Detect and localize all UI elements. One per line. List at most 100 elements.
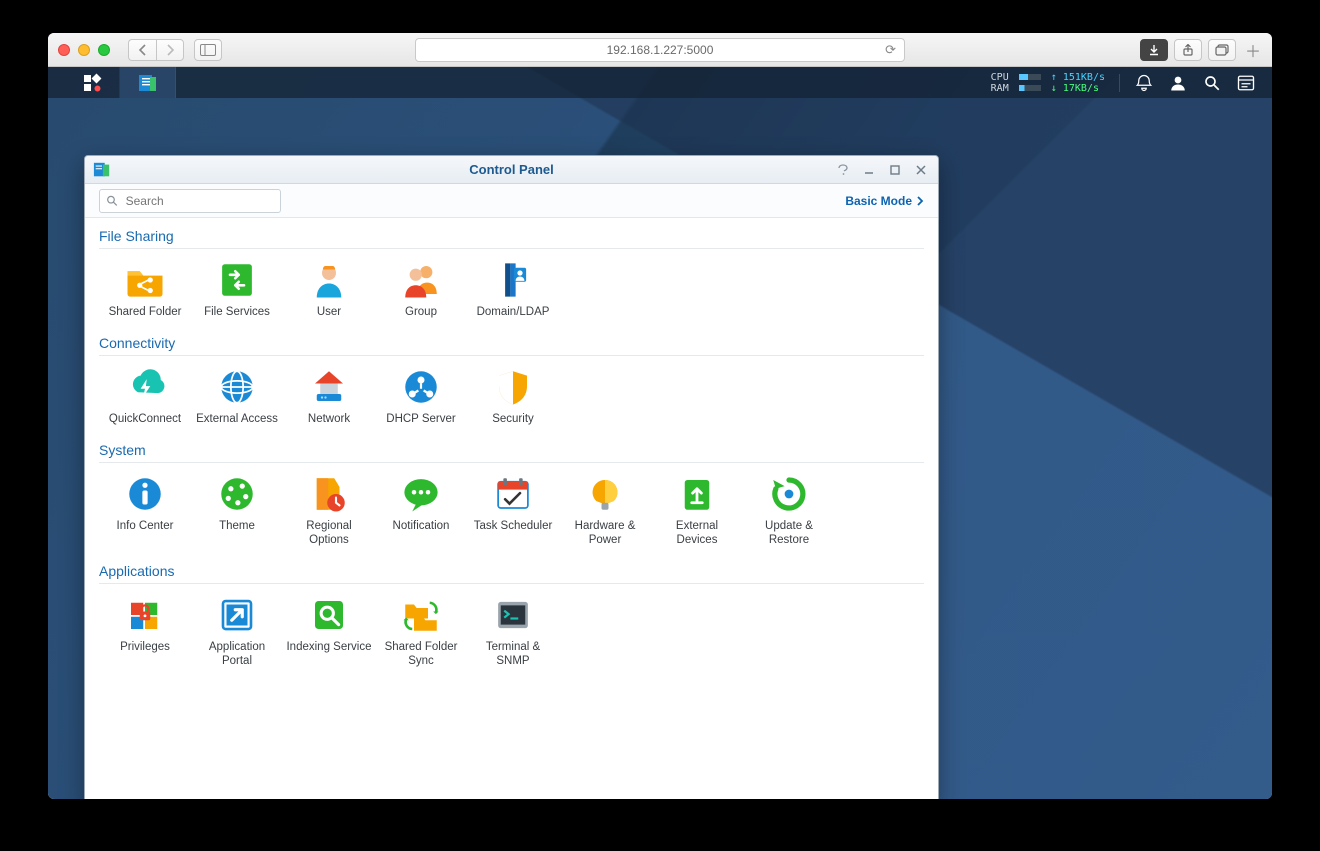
- item-network[interactable]: Network: [283, 366, 375, 426]
- back-button[interactable]: [128, 39, 156, 61]
- item-label: Notification: [393, 519, 450, 533]
- item-external-access[interactable]: External Access: [191, 366, 283, 426]
- item-info-center[interactable]: Info Center: [99, 473, 191, 547]
- info-center-icon: [124, 473, 166, 515]
- item-dhcp-server[interactable]: DHCP Server: [375, 366, 467, 426]
- item-file-services[interactable]: File Services: [191, 259, 283, 319]
- ram-label: RAM: [991, 83, 1009, 94]
- control-panel-title: Control Panel: [85, 162, 938, 177]
- dhcp-server-icon: [400, 366, 442, 408]
- forward-button[interactable]: [156, 39, 184, 61]
- item-security[interactable]: Security: [467, 366, 559, 426]
- item-task-scheduler[interactable]: Task Scheduler: [467, 473, 559, 547]
- net-down: ↓ 17KB/s: [1051, 83, 1099, 94]
- cpu-bar: [1019, 74, 1041, 80]
- section-separator: [99, 355, 924, 356]
- window-zoom-button[interactable]: [98, 44, 110, 56]
- section-title-file-sharing: File Sharing: [99, 228, 924, 244]
- chevron-right-icon: [916, 196, 924, 206]
- window-close-button[interactable]: [58, 44, 70, 56]
- widgets-icon[interactable]: [1236, 73, 1256, 93]
- quickconnect-icon: [124, 366, 166, 408]
- taskbar-app-control-panel[interactable]: [120, 67, 176, 98]
- item-label: Indexing Service: [286, 640, 371, 654]
- domain-ldap-icon: [492, 259, 534, 301]
- window-help-button[interactable]: [832, 161, 854, 179]
- item-label: Group: [405, 305, 437, 319]
- dsm-desktop[interactable]: CPU ↑ 151KB/s RAM ↓ 17KB/s: [48, 67, 1272, 799]
- item-user[interactable]: User: [283, 259, 375, 319]
- search-input[interactable]: [124, 193, 274, 209]
- cpu-label: CPU: [991, 72, 1009, 83]
- dsm-taskbar: CPU ↑ 151KB/s RAM ↓ 17KB/s: [48, 67, 1272, 98]
- downloads-button[interactable]: [1140, 39, 1168, 61]
- item-label: File Services: [204, 305, 270, 319]
- item-label: Info Center: [117, 519, 174, 533]
- item-terminal-snmp[interactable]: Terminal & SNMP: [467, 594, 559, 668]
- notifications-icon[interactable]: [1134, 73, 1154, 93]
- control-panel-window: Control Panel: [84, 155, 939, 799]
- item-quickconnect[interactable]: QuickConnect: [99, 366, 191, 426]
- section-title-applications: Applications: [99, 563, 924, 579]
- item-theme[interactable]: Theme: [191, 473, 283, 547]
- item-regional-options[interactable]: Regional Options: [283, 473, 375, 547]
- file-services-icon: [216, 259, 258, 301]
- user-icon: [308, 259, 350, 301]
- item-shared-folder-sync[interactable]: Shared Folder Sync: [375, 594, 467, 668]
- control-panel-search[interactable]: [99, 189, 281, 213]
- taskbar-main-menu[interactable]: [64, 67, 120, 98]
- mode-toggle[interactable]: Basic Mode: [845, 194, 924, 208]
- privileges-icon: [124, 594, 166, 636]
- grid-file-sharing: Shared Folder File Services User: [99, 259, 924, 329]
- item-label: Regional Options: [286, 519, 372, 547]
- theme-icon: [216, 473, 258, 515]
- window-maximize-button[interactable]: [884, 161, 906, 179]
- item-domain-ldap[interactable]: Domain/LDAP: [467, 259, 559, 319]
- item-label: Domain/LDAP: [477, 305, 550, 319]
- user-icon[interactable]: [1168, 73, 1188, 93]
- window-minimize-button[interactable]: [78, 44, 90, 56]
- item-privileges[interactable]: Privileges: [99, 594, 191, 668]
- section-title-system: System: [99, 442, 924, 458]
- net-up: ↑ 151KB/s: [1051, 72, 1105, 83]
- item-label: External Devices: [654, 519, 740, 547]
- search-icon[interactable]: [1202, 73, 1222, 93]
- item-label: Privileges: [120, 640, 170, 654]
- item-shared-folder[interactable]: Shared Folder: [99, 259, 191, 319]
- sidebar-toggle-button[interactable]: [194, 39, 222, 61]
- control-panel-title-icon: [93, 161, 111, 179]
- mode-label: Basic Mode: [845, 194, 912, 208]
- item-label: Terminal & SNMP: [470, 640, 556, 668]
- section-title-connectivity: Connectivity: [99, 335, 924, 351]
- item-group[interactable]: Group: [375, 259, 467, 319]
- browser-right-buttons: ＋: [1140, 39, 1264, 61]
- traffic-lights: [58, 44, 110, 56]
- search-icon: [106, 194, 118, 207]
- taskbar-left: [48, 67, 176, 98]
- section-separator: [99, 583, 924, 584]
- external-devices-icon: [676, 473, 718, 515]
- tabs-button[interactable]: [1208, 39, 1236, 61]
- item-label: Shared Folder: [109, 305, 182, 319]
- tray-separator: [1119, 74, 1120, 92]
- reload-icon[interactable]: ⟳: [885, 42, 896, 58]
- share-button[interactable]: [1174, 39, 1202, 61]
- new-tab-button[interactable]: ＋: [1242, 39, 1264, 61]
- item-application-portal[interactable]: Application Portal: [191, 594, 283, 668]
- group-icon: [400, 259, 442, 301]
- item-notification[interactable]: Notification: [375, 473, 467, 547]
- shared-folder-sync-icon: [400, 594, 442, 636]
- nav-buttons: [128, 39, 184, 61]
- item-indexing-service[interactable]: Indexing Service: [283, 594, 375, 668]
- window-close-button[interactable]: [910, 161, 932, 179]
- item-label: Theme: [219, 519, 255, 533]
- window-minimize-button[interactable]: [858, 161, 880, 179]
- address-bar[interactable]: 192.168.1.227:5000 ⟳: [415, 38, 905, 62]
- browser-toolbar: 192.168.1.227:5000 ⟳ ＋: [48, 33, 1272, 67]
- window-controls: [832, 156, 932, 183]
- item-update-restore[interactable]: Update & Restore: [743, 473, 835, 547]
- item-hardware-power[interactable]: Hardware & Power: [559, 473, 651, 547]
- control-panel-titlebar[interactable]: Control Panel: [85, 156, 938, 184]
- control-panel-body: File Sharing Shared Folder File Services: [85, 218, 938, 799]
- item-external-devices[interactable]: External Devices: [651, 473, 743, 547]
